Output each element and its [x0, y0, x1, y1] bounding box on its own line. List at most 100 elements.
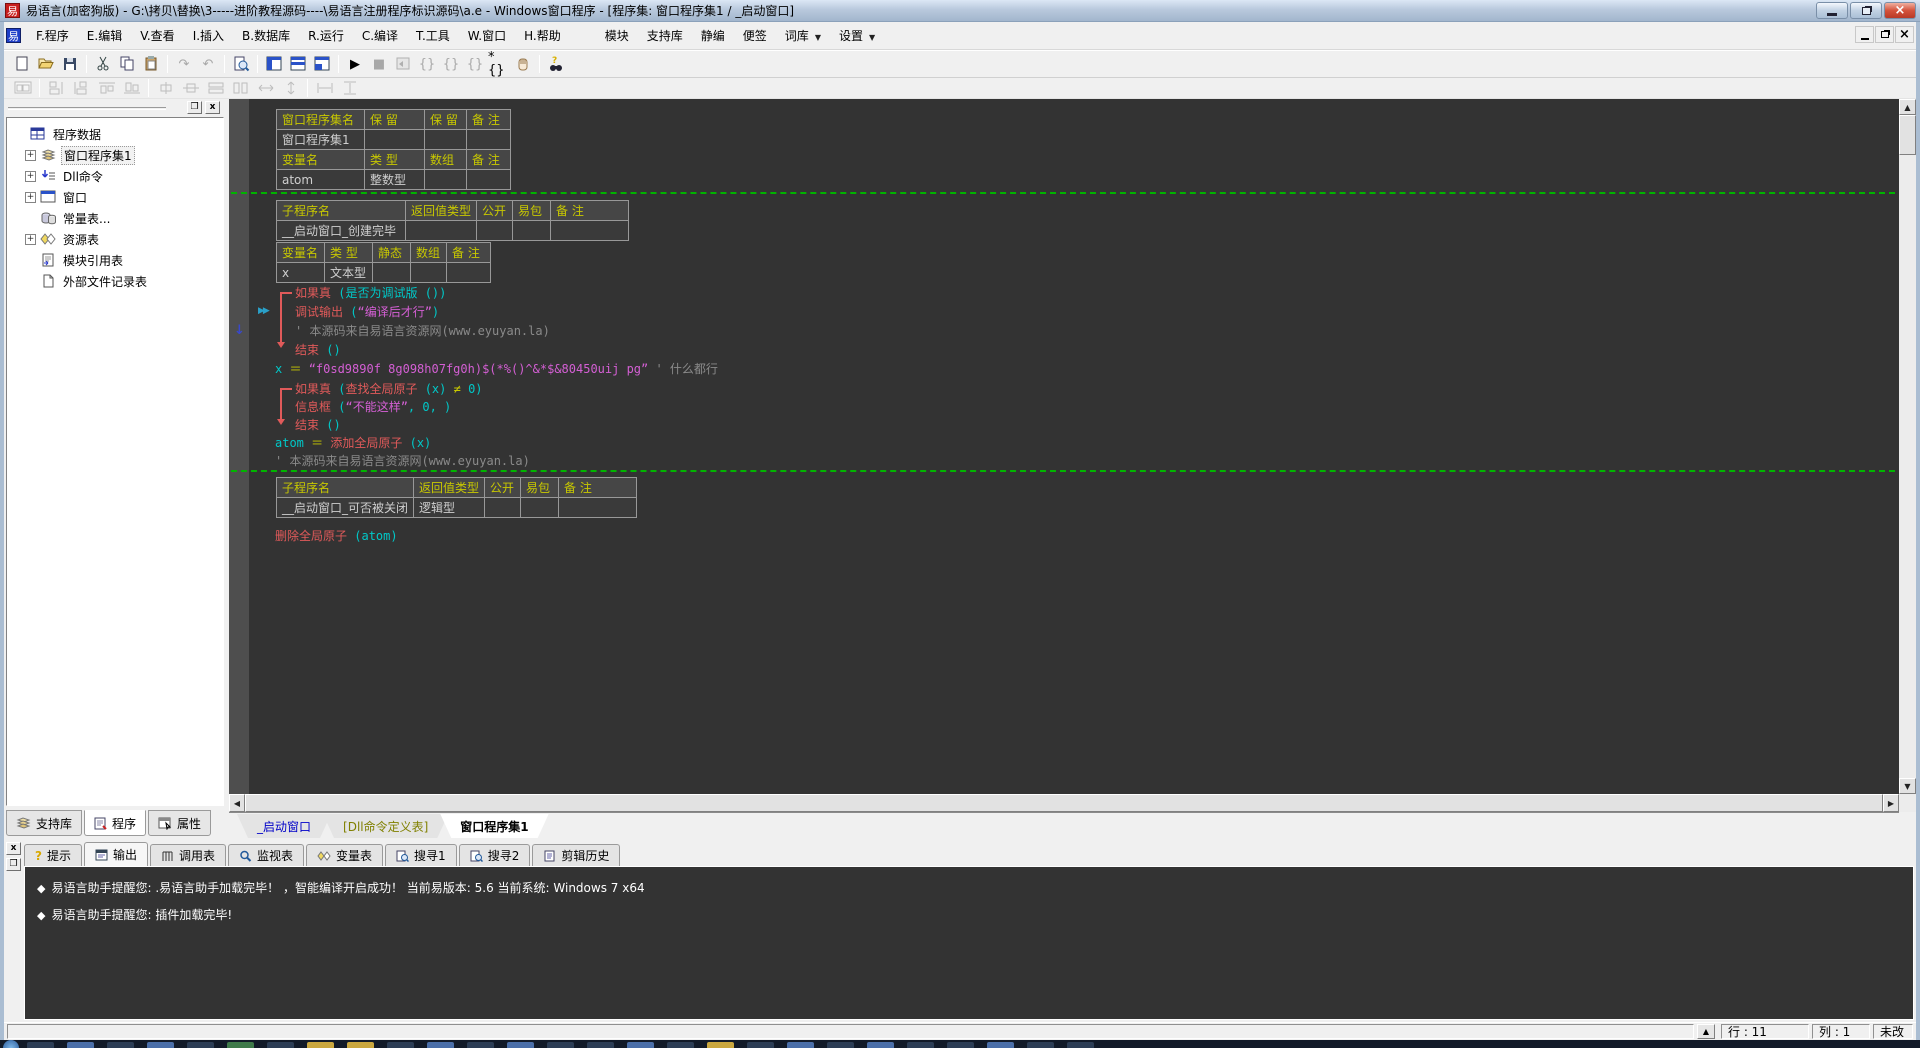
code-block[interactable]: 删除全局原子 (atom): [249, 527, 1899, 546]
taskbar-item[interactable]: [587, 1042, 614, 1048]
menu-compile[interactable]: C.编译: [353, 24, 407, 47]
undo-button[interactable]: ↶: [196, 53, 220, 76]
menu-program[interactable]: F.程序: [27, 24, 78, 47]
table-cell[interactable]: [513, 221, 551, 241]
tree-item-external-files[interactable]: 外部文件记录表: [9, 271, 221, 292]
code-line[interactable]: 信息框 (“不能这样”, 0, ): [249, 398, 1899, 416]
scrollbar-thumb[interactable]: [245, 794, 1883, 812]
expander-icon[interactable]: +: [25, 234, 36, 245]
new-file-button[interactable]: [10, 53, 34, 76]
run-to-cursor-button[interactable]: *{}: [487, 53, 511, 76]
tab-search1[interactable]: 搜寻1: [385, 844, 457, 866]
taskbar-item[interactable]: [27, 1042, 54, 1048]
windows-taskbar[interactable]: [0, 1040, 1920, 1048]
taskbar-item[interactable]: [667, 1042, 694, 1048]
space-horizontal-button[interactable]: [253, 79, 278, 98]
tab-clip-history[interactable]: 剪辑历史: [532, 844, 620, 866]
taskbar-item[interactable]: [147, 1042, 174, 1048]
align-right-button[interactable]: [69, 79, 94, 98]
tab-support-lib[interactable]: 支持库: [6, 810, 82, 836]
tab-output[interactable]: 输出: [84, 842, 148, 866]
layout-left-button[interactable]: [262, 53, 286, 76]
code-line[interactable]: 如果真 (查找全局原子 (x) ≠ 0): [249, 380, 1899, 398]
taskbar-item[interactable]: [267, 1042, 294, 1048]
taskbar-item[interactable]: [427, 1042, 454, 1048]
tree-item-window-assembly[interactable]: + 窗口程序集1: [9, 145, 221, 166]
tree-item-window[interactable]: + 窗口: [9, 187, 221, 208]
taskbar-item[interactable]: [987, 1042, 1014, 1048]
mdi-minimize-button[interactable]: [1855, 26, 1874, 43]
tree-item-constants[interactable]: 常量表...: [9, 208, 221, 229]
fit-height-button[interactable]: [337, 79, 362, 98]
tab-search2[interactable]: 搜寻2: [459, 844, 531, 866]
taskbar-item[interactable]: [1027, 1042, 1054, 1048]
menu-support-lib[interactable]: 支持库: [638, 24, 692, 47]
align-top-button[interactable]: [94, 79, 119, 98]
same-width-button[interactable]: [203, 79, 228, 98]
pause-hand-button[interactable]: [511, 53, 535, 76]
table-cell[interactable]: [447, 263, 491, 283]
vertical-scrollbar[interactable]: ▲ ▼: [1899, 99, 1916, 794]
close-button[interactable]: ×: [1884, 2, 1916, 19]
table-cell[interactable]: 整数型: [365, 170, 425, 190]
menu-run[interactable]: R.运行: [299, 24, 353, 47]
taskbar-item[interactable]: [107, 1042, 134, 1048]
table-cell[interactable]: [373, 263, 411, 283]
output-log[interactable]: ◆易语言助手提醒您: .易语言助手加载完毕！ ，智能编译开启成功！ 当前易版本:…: [24, 866, 1914, 1020]
table-cell[interactable]: __启动窗口_创建完毕: [277, 221, 406, 241]
paste-button[interactable]: [139, 53, 163, 76]
table-cell[interactable]: atom: [277, 170, 365, 190]
taskbar-item[interactable]: [1067, 1042, 1094, 1048]
taskbar-item[interactable]: [827, 1042, 854, 1048]
taskbar-item[interactable]: [347, 1042, 374, 1048]
panel-pin-button[interactable]: ❒: [6, 858, 21, 871]
scroll-down-button[interactable]: ▼: [1899, 778, 1916, 794]
taskbar-item[interactable]: [787, 1042, 814, 1048]
tab-properties[interactable]: 属性: [148, 810, 211, 836]
table-cell[interactable]: 逻辑型: [414, 498, 485, 518]
taskbar-item[interactable]: [67, 1042, 94, 1048]
taskbar-item[interactable]: [187, 1042, 214, 1048]
table-cell[interactable]: [406, 221, 477, 241]
code-line[interactable]: 结束 (): [249, 341, 1899, 360]
table-cell[interactable]: __启动窗口_可否被关闭: [277, 498, 414, 518]
table-cell[interactable]: 窗口程序集1: [277, 130, 365, 150]
code-comment-line[interactable]: ' 本源码来自易语言资源网(www.eyuyan.la): [249, 452, 1899, 470]
table-cell[interactable]: [485, 498, 521, 518]
table-cell[interactable]: [467, 130, 511, 150]
minimize-button[interactable]: [1816, 2, 1848, 19]
tree-item-program-data[interactable]: 程序数据: [9, 124, 221, 145]
table-cell[interactable]: [365, 130, 425, 150]
table-cell[interactable]: [521, 498, 559, 518]
same-height-button[interactable]: [228, 79, 253, 98]
tab-dll-definitions[interactable]: [Dll命令定义表]: [323, 814, 448, 838]
layout-top-button[interactable]: [286, 53, 310, 76]
code-line[interactable]: 调试输出 (“编译后才行”): [249, 303, 1899, 322]
table-cell[interactable]: x: [277, 263, 325, 283]
scroll-left-button[interactable]: ◀: [229, 794, 245, 812]
mdi-restore-button[interactable]: [1875, 26, 1894, 43]
horizontal-scrollbar[interactable]: ◀ ▶: [229, 794, 1899, 812]
panel-close-button[interactable]: x: [6, 842, 21, 855]
code-line[interactable]: x ＝ “f0sd9890f 8g098h07fg0h)$(*%()^&*$&8…: [249, 360, 1899, 379]
code-editor[interactable]: 窗口程序集名 保 留 保 留 备 注 窗口程序集1 变量名 类 型 数组 备 注…: [229, 99, 1899, 794]
expander-icon[interactable]: +: [25, 150, 36, 161]
copy-button[interactable]: [115, 53, 139, 76]
menu-notes[interactable]: 便签: [734, 24, 776, 47]
table-cell[interactable]: 文本型: [325, 263, 373, 283]
stop-button[interactable]: ■: [367, 53, 391, 76]
align-bottom-button[interactable]: [119, 79, 144, 98]
panel-close-button[interactable]: x: [205, 101, 220, 114]
center-vertical-button[interactable]: [178, 79, 203, 98]
debug-window-button[interactable]: [391, 53, 415, 76]
taskbar-item[interactable]: [387, 1042, 414, 1048]
taskbar-item[interactable]: [227, 1042, 254, 1048]
menu-database[interactable]: B.数据库: [233, 24, 299, 47]
taskbar-item[interactable]: [707, 1042, 734, 1048]
start-button[interactable]: [3, 1040, 19, 1048]
tab-call-table[interactable]: 调用表: [150, 844, 226, 866]
space-vertical-button[interactable]: [278, 79, 303, 98]
tree-item-module-refs[interactable]: 模块引用表: [9, 250, 221, 271]
table-cell[interactable]: [477, 221, 513, 241]
panel-maximize-button[interactable]: ❒: [187, 101, 202, 114]
